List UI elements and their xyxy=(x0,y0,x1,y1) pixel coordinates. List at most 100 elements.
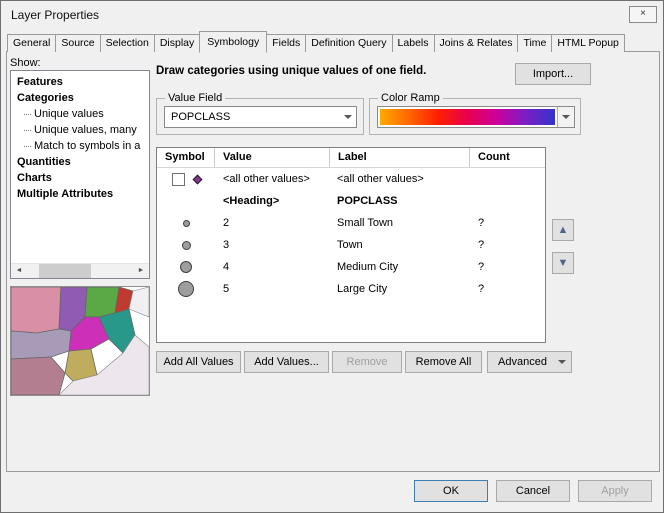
table-row[interactable]: <Heading> POPCLASS xyxy=(157,190,545,212)
titlebar[interactable]: Layer Properties × xyxy=(1,1,663,29)
table-header: Symbol Value Label Count xyxy=(157,148,545,168)
count-cell: ? xyxy=(470,217,545,229)
move-up-button[interactable]: ▲ xyxy=(552,219,574,241)
down-arrow-icon: ▼ xyxy=(558,257,569,269)
value-field-selected: POPCLASS xyxy=(171,107,230,127)
tree-item-unique-values-many[interactable]: Unique values, many xyxy=(11,122,149,138)
close-button[interactable]: × xyxy=(629,6,657,23)
symbol-cell[interactable] xyxy=(157,241,215,250)
value-cell: 4 xyxy=(215,261,330,273)
scroll-left-icon[interactable]: ◄ xyxy=(11,264,27,278)
close-icon: × xyxy=(640,8,646,19)
tab-html-popup[interactable]: HTML Popup xyxy=(551,34,624,52)
color-ramp-group: Color Ramp xyxy=(369,98,581,135)
page-heading: Draw categories using unique values of o… xyxy=(156,65,426,77)
value-field-group: Value Field POPCLASS xyxy=(156,98,364,135)
add-values-button[interactable]: Add Values... xyxy=(244,351,329,373)
color-ramp-label: Color Ramp xyxy=(378,92,443,104)
circle-symbol-icon xyxy=(180,261,192,273)
symbol-cell[interactable] xyxy=(157,261,215,273)
tab-general[interactable]: General xyxy=(7,34,56,52)
advanced-dropdown-icon xyxy=(558,360,566,380)
table-row[interactable]: 2 Small Town ? xyxy=(157,212,545,234)
value-field-combobox[interactable]: POPCLASS xyxy=(164,106,357,128)
tree-item-label: Unique values xyxy=(34,106,104,122)
tree-item-match-symbols[interactable]: Match to symbols in a xyxy=(11,138,149,154)
circle-symbol-icon xyxy=(178,281,194,297)
circle-symbol-icon xyxy=(182,241,191,250)
window-title: Layer Properties xyxy=(11,8,99,22)
color-ramp-gradient xyxy=(380,109,555,125)
import-button[interactable]: Import... xyxy=(515,63,591,85)
tab-time[interactable]: Time xyxy=(517,34,552,52)
header-value[interactable]: Value xyxy=(215,148,330,167)
all-other-values-checkbox[interactable] xyxy=(172,173,185,186)
tree-item-label: Match to symbols in a xyxy=(34,138,140,154)
tab-strip: General Source Selection Display Symbolo… xyxy=(7,31,625,52)
table-row[interactable]: 5 Large City ? xyxy=(157,278,545,300)
label-cell: Medium City xyxy=(330,261,470,273)
symbol-cell[interactable] xyxy=(157,173,215,186)
count-cell: ? xyxy=(470,261,545,273)
tree-item-charts[interactable]: Charts xyxy=(11,170,149,186)
up-arrow-icon: ▲ xyxy=(558,224,569,236)
tree-item-categories[interactable]: Categories xyxy=(11,90,149,106)
tree-item-unique-values[interactable]: Unique values xyxy=(11,106,149,122)
unique-values-table: Symbol Value Label Count <all other valu… xyxy=(156,147,546,343)
tree-item-features[interactable]: Features xyxy=(11,74,149,90)
color-ramp-combobox[interactable] xyxy=(377,106,575,128)
table-row[interactable]: <all other values> <all other values> xyxy=(157,168,545,190)
tree-item-label: Unique values, many xyxy=(34,122,137,138)
symbology-preview-map xyxy=(10,286,150,396)
label-cell: Large City xyxy=(330,283,470,295)
tree-item-quantities[interactable]: Quantities xyxy=(11,154,149,170)
label-cell: Small Town xyxy=(330,217,470,229)
tree-item-multiple-attributes[interactable]: Multiple Attributes xyxy=(11,186,149,202)
apply-button[interactable]: Apply xyxy=(578,480,652,502)
remove-button[interactable]: Remove xyxy=(332,351,402,373)
header-symbol[interactable]: Symbol xyxy=(157,148,215,167)
header-count[interactable]: Count xyxy=(470,148,545,167)
count-cell: ? xyxy=(470,283,545,295)
tab-display[interactable]: Display xyxy=(154,34,200,52)
label-cell: Town xyxy=(330,239,470,251)
tab-source[interactable]: Source xyxy=(55,34,100,52)
circle-symbol-icon xyxy=(183,220,190,227)
cancel-button[interactable]: Cancel xyxy=(496,480,570,502)
tab-joins-relates[interactable]: Joins & Relates xyxy=(434,34,519,52)
layer-properties-dialog: Layer Properties × General Source Select… xyxy=(0,0,664,513)
scroll-right-icon[interactable]: ► xyxy=(133,264,149,278)
value-cell: 5 xyxy=(215,283,330,295)
diamond-symbol-icon xyxy=(192,174,202,184)
table-row[interactable]: 3 Town ? xyxy=(157,234,545,256)
advanced-button[interactable]: Advanced xyxy=(487,351,572,373)
tree-connector-icon xyxy=(24,146,31,147)
table-row[interactable]: 4 Medium City ? xyxy=(157,256,545,278)
header-label[interactable]: Label xyxy=(330,148,470,167)
tab-selection[interactable]: Selection xyxy=(100,34,155,52)
scrollbar-thumb[interactable] xyxy=(39,264,91,278)
remove-all-button[interactable]: Remove All xyxy=(405,351,482,373)
move-down-button[interactable]: ▼ xyxy=(552,252,574,274)
horizontal-scrollbar[interactable]: ◄ ► xyxy=(11,263,149,278)
combo-arrow-icon[interactable] xyxy=(557,107,574,127)
combo-arrow-icon[interactable] xyxy=(339,107,356,127)
show-tree: Features Categories Unique values Unique… xyxy=(11,71,149,202)
value-cell: 3 xyxy=(215,239,330,251)
tab-symbology[interactable]: Symbology xyxy=(199,31,267,53)
map-image xyxy=(11,287,149,395)
tab-fields[interactable]: Fields xyxy=(266,34,306,52)
ok-button[interactable]: OK xyxy=(414,480,488,502)
symbol-cell[interactable] xyxy=(157,281,215,297)
value-field-label: Value Field xyxy=(165,92,225,104)
label-cell: POPCLASS xyxy=(330,195,470,207)
add-all-values-button[interactable]: Add All Values xyxy=(156,351,241,373)
show-tree-listbox: Features Categories Unique values Unique… xyxy=(10,70,150,279)
tree-connector-icon xyxy=(24,114,31,115)
tab-labels[interactable]: Labels xyxy=(392,34,435,52)
value-cell: 2 xyxy=(215,217,330,229)
advanced-button-label: Advanced xyxy=(498,356,547,368)
tab-definition-query[interactable]: Definition Query xyxy=(305,34,392,52)
tree-connector-icon xyxy=(24,130,31,131)
symbol-cell[interactable] xyxy=(157,220,215,227)
